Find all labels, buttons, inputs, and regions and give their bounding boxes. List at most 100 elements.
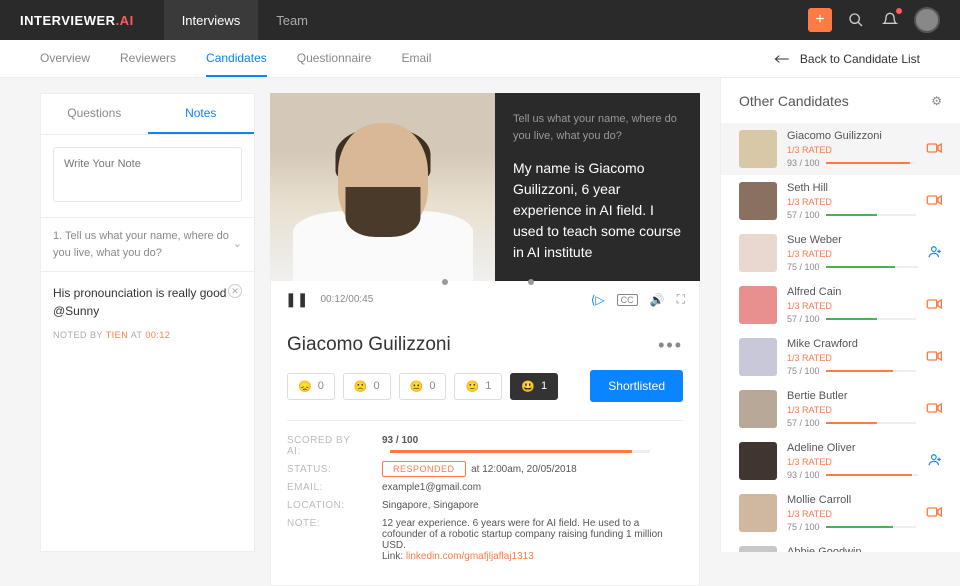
candidate-item-score: 75 / 100 (787, 366, 820, 376)
candidate-item-name: Mollie Carroll (787, 494, 916, 506)
tab-questionnaire[interactable]: Questionnaire (297, 40, 372, 77)
tab-email[interactable]: Email (401, 40, 431, 77)
other-candidates-panel: Other Candidates ⚙ Giacomo Guilizzoni1/3… (720, 78, 960, 552)
reaction-button[interactable]: 😞0 (287, 373, 335, 400)
email-value: example1@gmail.com (382, 482, 683, 493)
question-item[interactable]: 1. Tell us what your name, where do you … (41, 217, 254, 271)
chevron-down-icon: ⌄ (233, 236, 242, 253)
note-value: 12 year experience. 6 years were for AI … (382, 518, 683, 562)
video-icon[interactable] (926, 193, 942, 210)
candidate-item[interactable]: Adeline Oliver1/3 RATED93 / 100 (739, 435, 942, 487)
avatar (739, 286, 777, 324)
candidate-item-rated: 1/3 RATED (787, 197, 916, 207)
topnav-team[interactable]: Team (258, 0, 326, 40)
status-badge: RESPONDED (382, 461, 466, 477)
candidate-item-score: 93 / 100 (787, 158, 820, 168)
avatar (739, 182, 777, 220)
video-player[interactable]: Tell us what your name, where do you liv… (270, 93, 700, 281)
fullscreen-icon[interactable]: ⛶ (677, 292, 685, 307)
logo: INTERVIEWER.AI (20, 13, 134, 28)
candidate-item[interactable]: Sue Weber1/3 RATED75 / 100 (739, 227, 942, 279)
email-label: EMAIL: (287, 482, 362, 493)
other-candidates-title: Other Candidates (739, 93, 849, 109)
status-at: at 12:00am, 20/05/2018 (471, 464, 577, 475)
user-avatar[interactable] (914, 7, 940, 33)
topnav-interviews[interactable]: Interviews (164, 0, 259, 40)
candidate-item-rated: 1/3 RATED (787, 509, 916, 519)
video-icon[interactable] (926, 141, 942, 158)
video-icon[interactable] (926, 297, 942, 314)
candidate-item[interactable]: Seth Hill 1/3 RATED 57 / 100 (739, 175, 942, 227)
more-icon[interactable]: ••• (658, 335, 683, 356)
candidate-item-score: 93 / 100 (787, 470, 820, 480)
add-button[interactable]: + (808, 8, 832, 32)
candidate-item[interactable]: Alfred Cain1/3 RATED57 / 100 (739, 279, 942, 331)
score-bar (390, 450, 650, 453)
score-value: 93 / 100 (382, 435, 418, 446)
settings-icon[interactable]: ⚙ (931, 94, 942, 108)
notes-tab-questions[interactable]: Questions (41, 94, 148, 134)
candidate-info: Giacomo Guilizzoni ••• 😞0🙁0😐0🙂1😃1Shortli… (270, 318, 700, 586)
note-text: His pronounciation is really good @Sunny (53, 284, 242, 320)
shortlist-button[interactable]: Shortlisted (590, 370, 683, 402)
scored-by-label: SCORED BY AI: (287, 435, 362, 457)
video-frame (270, 93, 495, 281)
video-controls: ❚❚ 00:12/00:45 ⟨▷ CC 🔊 ⛶ (270, 281, 700, 318)
back-link[interactable]: Back to Candidate List (774, 52, 920, 66)
transcript-answer: My name is Giacomo Guilizzoni, 6 year ex… (513, 158, 682, 263)
avatar (739, 130, 777, 168)
candidate-item[interactable]: Mollie Carroll1/3 RATED75 / 100 (739, 487, 942, 539)
candidate-item-rated: 1/3 RATED (787, 353, 916, 363)
bell-icon[interactable] (880, 10, 900, 30)
avatar (739, 494, 777, 532)
candidate-item-rated: 1/3 RATED (787, 301, 916, 311)
topbar: INTERVIEWER.AI InterviewsTeam + (0, 0, 960, 40)
candidate-item-bar (826, 162, 916, 164)
reaction-button[interactable]: 😃1 (510, 373, 558, 400)
avatar (739, 338, 777, 376)
note-meta: NOTED BY TIEN AT 00:12 (53, 330, 242, 340)
candidate-item-score: 75 / 100 (787, 262, 820, 272)
search-icon[interactable] (846, 10, 866, 30)
candidate-item-bar (826, 318, 916, 320)
candidate-item-bar (826, 474, 918, 476)
candidate-item-rated: 1/3 RATED (787, 457, 918, 467)
candidate-item[interactable]: Giacomo Guilizzoni1/3 RATED93 / 100 (721, 123, 960, 175)
candidate-item-name: Giacomo Guilizzoni (787, 130, 916, 142)
location-value: Singapore, Singapore (382, 500, 683, 511)
candidate-item[interactable]: Abbie Goodwin1/3 RATED1 / 100 (739, 539, 942, 552)
reaction-button[interactable]: 😐0 (399, 373, 447, 400)
tab-overview[interactable]: Overview (40, 40, 90, 77)
candidate-item-bar (826, 526, 916, 528)
linkedin-link[interactable]: linkedin.com/gmafjljaflaj1313 (406, 551, 534, 562)
add-user-icon[interactable] (928, 245, 942, 262)
tab-candidates[interactable]: Candidates (206, 40, 267, 77)
video-icon[interactable] (926, 401, 942, 418)
candidate-item[interactable]: Mike Crawford 1/3 RATED 75 / 100 (739, 331, 942, 383)
candidate-item[interactable]: Bertie Butler1/3 RATED57 / 100 (739, 383, 942, 435)
note-entry: ✕ His pronounciation is really good @Sun… (41, 271, 254, 352)
video-icon[interactable] (926, 349, 942, 366)
avatar (739, 546, 777, 552)
candidate-item-name: Mike Crawford (787, 338, 916, 350)
notes-panel: QuestionsNotes 1. Tell us what your name… (40, 93, 255, 552)
speed-icon[interactable]: ⟨▷ (591, 293, 605, 307)
candidate-item-bar (826, 370, 916, 372)
delete-note-icon[interactable]: ✕ (228, 284, 242, 298)
volume-icon[interactable]: 🔊 (650, 293, 665, 307)
avatar (739, 390, 777, 428)
candidate-item-name: Seth Hill (787, 182, 916, 194)
captions-icon[interactable]: CC (617, 294, 638, 306)
candidate-item-bar (826, 214, 916, 216)
reaction-button[interactable]: 🙂1 (454, 373, 502, 400)
video-icon[interactable] (926, 505, 942, 522)
pause-icon[interactable]: ❚❚ (285, 291, 308, 308)
notes-tab-notes[interactable]: Notes (148, 94, 255, 134)
note-input[interactable] (53, 147, 242, 202)
add-user-icon[interactable] (928, 453, 942, 470)
location-label: LOCATION: (287, 500, 362, 511)
reaction-button[interactable]: 🙁0 (343, 373, 391, 400)
candidate-item-score: 57 / 100 (787, 210, 820, 220)
tab-reviewers[interactable]: Reviewers (120, 40, 176, 77)
topnav: InterviewsTeam (164, 0, 326, 40)
